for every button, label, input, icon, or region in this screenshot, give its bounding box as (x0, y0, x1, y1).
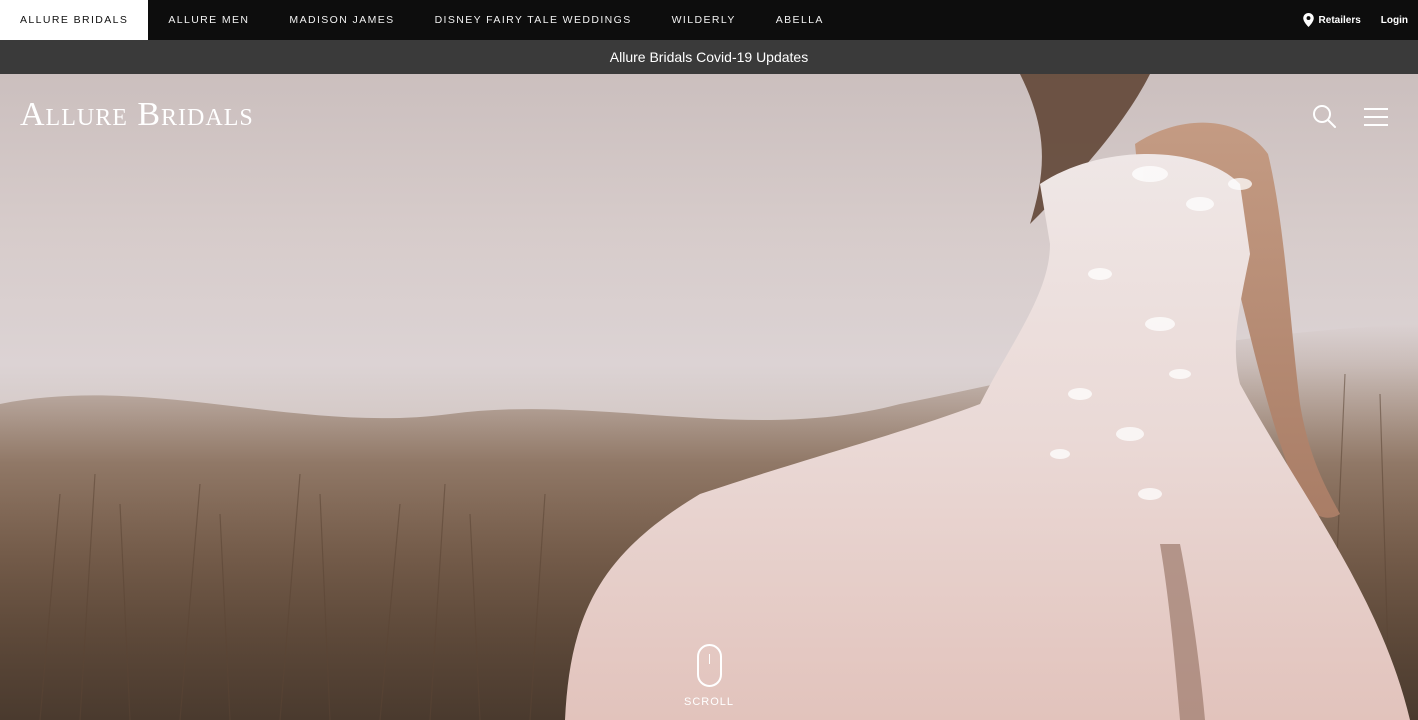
brand-tab-madison-james[interactable]: MADISON JAMES (269, 0, 414, 40)
brand-tabs: ALLURE BRIDALS ALLURE MEN MADISON JAMES … (0, 0, 844, 40)
search-icon[interactable] (1310, 102, 1338, 130)
hamburger-menu-icon[interactable] (1362, 106, 1390, 128)
brand-tab-abella[interactable]: ABELLA (756, 0, 844, 40)
brand-tab-allure-men[interactable]: ALLURE MEN (148, 0, 269, 40)
brand-bar: ALLURE BRIDALS ALLURE MEN MADISON JAMES … (0, 0, 1418, 40)
brand-tab-wilderly[interactable]: WILDERLY (652, 0, 756, 40)
retailers-label: Retailers (1318, 14, 1361, 26)
covid-notice-bar[interactable]: Allure Bridals Covid-19 Updates (0, 40, 1418, 74)
retailers-link[interactable]: Retailers (1302, 13, 1361, 27)
brand-tab-disney-fairy-tale-weddings[interactable]: DISNEY FAIRY TALE WEDDINGS (415, 0, 652, 40)
covid-notice-text: Allure Bridals Covid-19 Updates (609, 49, 809, 65)
utility-links: Retailers Login (1302, 0, 1418, 40)
hero-section: Allure Bridals SCROLL (0, 74, 1418, 720)
scroll-indicator[interactable]: SCROLL (680, 644, 738, 708)
site-logo[interactable]: Allure Bridals (20, 96, 254, 134)
mouse-wheel-line (708, 654, 710, 664)
mouse-scroll-icon (696, 644, 722, 687)
brand-tab-allure-bridals[interactable]: ALLURE BRIDALS (0, 0, 149, 40)
hero-image (0, 74, 1418, 720)
login-link[interactable]: Login (1381, 15, 1408, 26)
scroll-label: SCROLL (683, 696, 735, 708)
location-pin-icon (1302, 13, 1314, 27)
